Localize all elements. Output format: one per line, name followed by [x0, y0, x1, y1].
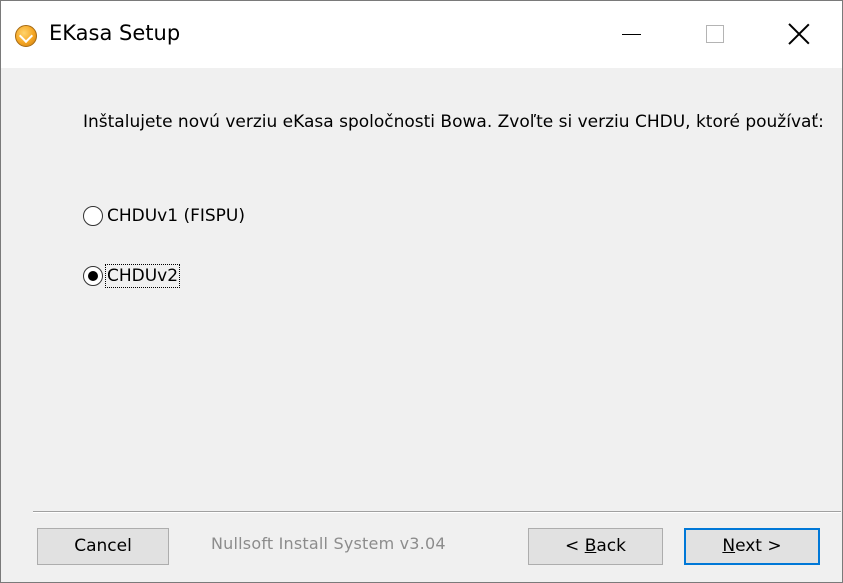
next-button[interactable]: Next > — [684, 528, 820, 565]
title-bar[interactable]: EKasa Setup — [1, 1, 842, 68]
radio-chduv1[interactable] — [83, 206, 103, 226]
option-chduv1-label[interactable]: CHDUv1 (FISPU) — [107, 206, 245, 226]
back-button[interactable]: < Back — [528, 528, 663, 565]
minimize-icon — [622, 34, 641, 35]
option-chduv2[interactable]: CHDUv2 — [83, 263, 181, 289]
page-content: Inštalujete novú verziu eKasa spoločnost… — [1, 68, 842, 508]
next-button-access-key: N — [722, 536, 736, 556]
installer-window: EKasa Setup Inštalujete novú verziu eKas… — [0, 0, 843, 583]
app-icon — [15, 25, 37, 47]
intro-text: Inštalujete novú verziu eKasa spoločnost… — [83, 112, 824, 132]
maximize-icon — [706, 25, 724, 43]
next-button-label-rest: ext > — [735, 536, 782, 556]
back-button-label-rest: ack — [596, 536, 626, 556]
cancel-button[interactable]: Cancel — [37, 528, 169, 565]
minimize-button[interactable] — [588, 1, 672, 68]
option-chduv1[interactable]: CHDUv1 (FISPU) — [83, 203, 245, 229]
maximize-button[interactable] — [672, 1, 756, 68]
close-button[interactable] — [756, 1, 840, 68]
back-button-access-key: B — [584, 536, 597, 556]
option-chduv2-label[interactable]: CHDUv2 — [104, 264, 181, 288]
branding-text: Nullsoft Install System v3.04 — [211, 534, 446, 553]
back-button-prefix: < — [565, 536, 585, 556]
footer-separator — [33, 511, 841, 513]
close-icon — [788, 23, 810, 45]
window-title: EKasa Setup — [49, 21, 181, 45]
radio-chduv2[interactable] — [83, 266, 103, 286]
